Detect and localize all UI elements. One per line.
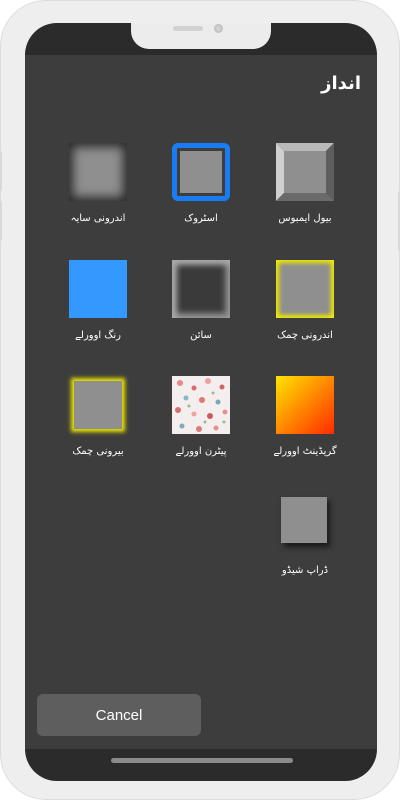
style-label: گریڈینٹ اوورلے — [273, 446, 337, 457]
pattern-overlay-icon — [172, 376, 230, 434]
speaker — [173, 26, 203, 31]
volume-down-button — [0, 201, 2, 241]
style-label: پیٹرن اوورلے — [175, 446, 227, 457]
style-label: بیول ایمبوس — [278, 213, 332, 224]
notch — [131, 23, 271, 49]
screen: انداز بیول ایمبوس اسٹروک اندرونی سایہ ان… — [25, 23, 377, 781]
style-item-gradient-overlay[interactable]: گریڈینٹ اوورلے — [257, 376, 353, 457]
style-label: ڈراپ شیڈو — [281, 565, 329, 576]
style-item-inner-glow[interactable]: اندرونی چمک — [257, 260, 353, 341]
cancel-button[interactable]: Cancel — [37, 694, 201, 736]
style-label: اندرونی چمک — [277, 330, 333, 341]
style-label: سائن — [190, 330, 212, 341]
phone-frame: انداز بیول ایمبوس اسٹروک اندرونی سایہ ان… — [0, 0, 400, 800]
outer-glow-icon — [69, 376, 127, 434]
style-item-satin[interactable]: سائن — [153, 260, 249, 341]
style-label: رنگ اوورلے — [75, 330, 121, 341]
style-item-inner-shadow[interactable]: اندرونی سایہ — [50, 143, 146, 224]
color-overlay-icon — [69, 260, 127, 318]
satin-icon — [172, 260, 230, 318]
home-indicator — [111, 758, 293, 763]
style-item-outer-glow[interactable]: بیرونی چمک — [50, 376, 146, 457]
style-item-pattern-overlay[interactable]: پیٹرن اوورلے — [153, 376, 249, 457]
camera — [214, 24, 223, 33]
bevel-emboss-icon — [276, 143, 334, 201]
style-item-stroke[interactable]: اسٹروک — [153, 143, 249, 224]
style-item-bevel-emboss[interactable]: بیول ایمبوس — [257, 143, 353, 224]
inner-glow-icon — [276, 260, 334, 318]
page-title: انداز — [321, 73, 361, 94]
style-item-drop-shadow[interactable]: ڈراپ شیڈو — [257, 495, 353, 576]
drop-shadow-icon — [276, 495, 334, 553]
style-label: اندرونی سایہ — [70, 213, 126, 224]
inner-shadow-icon — [69, 143, 127, 201]
style-item-color-overlay[interactable]: رنگ اوورلے — [50, 260, 146, 341]
volume-up-button — [0, 151, 2, 191]
stroke-icon — [172, 143, 230, 201]
style-label: بیرونی چمک — [72, 446, 124, 457]
gradient-overlay-icon — [276, 376, 334, 434]
style-label: اسٹروک — [184, 213, 218, 224]
